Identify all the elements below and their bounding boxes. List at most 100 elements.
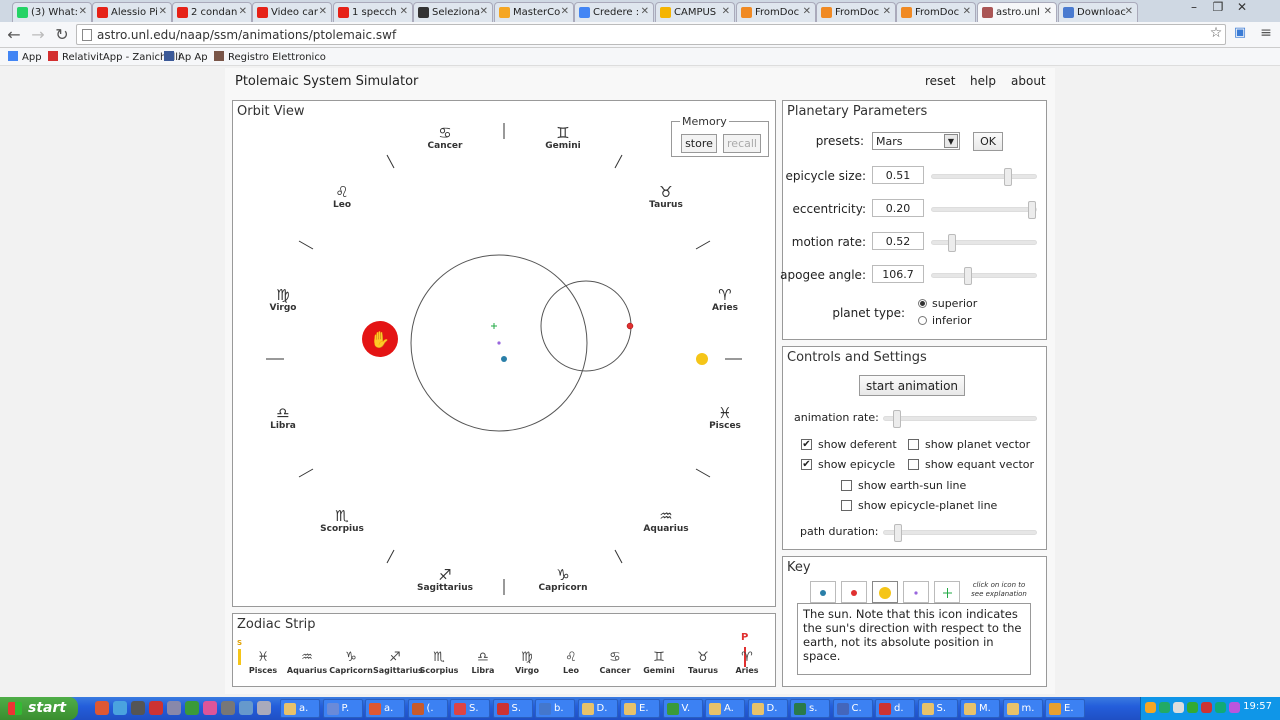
bookmark-registro[interactable]: Registro Elettronico xyxy=(214,51,326,63)
apogee-angle-field[interactable]: 106.7 xyxy=(872,265,924,283)
tray-icon[interactable] xyxy=(1159,702,1170,713)
browser-tab[interactable]: Seleziona ✕ xyxy=(413,2,493,22)
motion-rate-field[interactable]: 0.52 xyxy=(872,232,924,250)
tab-close-icon[interactable]: ✕ xyxy=(803,6,811,17)
about-link[interactable]: about xyxy=(1011,74,1046,88)
slider-thumb[interactable] xyxy=(1004,168,1012,186)
bookmark-relativitapp[interactable]: RelativitApp - Zanichelli xyxy=(48,51,181,63)
taskbar-window-button[interactable]: (. xyxy=(407,699,448,718)
tab-close-icon[interactable]: ✕ xyxy=(319,6,327,17)
taskbar-window-button[interactable]: P. xyxy=(322,699,363,718)
start-button[interactable]: start xyxy=(0,697,78,720)
app-icon[interactable] xyxy=(221,701,235,715)
taskbar-window-button[interactable]: a. xyxy=(280,699,320,718)
taskbar-window-button[interactable]: E. xyxy=(1045,699,1085,718)
forward-icon[interactable]: → xyxy=(28,25,48,44)
taskbar-window-button[interactable]: M. xyxy=(960,699,1000,718)
browser-tab[interactable]: FromDoc ✕ xyxy=(896,2,976,22)
app-icon[interactable] xyxy=(257,701,271,715)
tab-close-icon[interactable]: ✕ xyxy=(239,6,247,17)
superior-radio[interactable] xyxy=(918,299,927,308)
key-earth-button[interactable] xyxy=(810,581,836,603)
address-bar[interactable]: astro.unl.edu/naap/ssm/animations/ptolem… xyxy=(76,24,1226,45)
explorer-icon[interactable] xyxy=(131,701,145,715)
tray-icon[interactable] xyxy=(1145,702,1156,713)
menu-icon[interactable]: ≡ xyxy=(1256,25,1276,41)
browser-tab[interactable]: Alessio Pi ✕ xyxy=(92,2,172,22)
slider-thumb[interactable] xyxy=(894,524,902,542)
key-sun-button[interactable] xyxy=(872,581,898,603)
taskbar-window-button[interactable]: b. xyxy=(535,699,575,718)
epicycle-size-slider[interactable] xyxy=(931,168,1037,186)
browser-tab[interactable]: FromDoc ✕ xyxy=(816,2,896,22)
apogee-angle-slider[interactable] xyxy=(931,267,1037,285)
tab-close-icon[interactable]: ✕ xyxy=(79,6,87,17)
browser-tab[interactable]: CAMPUS ✕ xyxy=(655,2,735,22)
browser-tab[interactable]: (3) What: ✕ xyxy=(12,2,92,22)
tab-close-icon[interactable]: ✕ xyxy=(963,6,971,17)
reset-link[interactable]: reset xyxy=(925,74,955,88)
browser-tab[interactable]: 1 specch ✕ xyxy=(333,2,413,22)
path-duration-slider[interactable] xyxy=(883,524,1037,542)
bookmark-apap[interactable]: Ap Ap xyxy=(164,51,208,63)
show-epicycle-checkbox[interactable]: ✔ xyxy=(801,459,812,470)
tab-close-icon[interactable]: ✕ xyxy=(159,6,167,17)
taskbar-window-button[interactable]: C. xyxy=(832,699,873,718)
taskbar-window-button[interactable]: S. xyxy=(917,699,958,718)
browser-tab[interactable]: Video car ✕ xyxy=(252,2,332,22)
taskbar-window-button[interactable]: s. xyxy=(790,699,830,718)
taskbar-window-button[interactable]: a. xyxy=(365,699,405,718)
tab-close-icon[interactable]: ✕ xyxy=(1125,6,1133,17)
motion-rate-slider[interactable] xyxy=(931,234,1037,252)
extension-icon[interactable]: ▣ xyxy=(1230,25,1250,40)
planet-marker[interactable] xyxy=(626,322,634,330)
taskbar-window-button[interactable]: S. xyxy=(492,699,533,718)
browser-tab[interactable]: MasterCo ✕ xyxy=(494,2,574,22)
app-icon[interactable] xyxy=(239,701,253,715)
key-planet-button[interactable] xyxy=(841,581,867,603)
slider-thumb[interactable] xyxy=(948,234,956,252)
show-earth-sun-line-checkbox[interactable] xyxy=(841,480,852,491)
browser-tab[interactable]: astro.unl ✕ xyxy=(977,2,1057,22)
taskbar-window-button[interactable]: E. xyxy=(620,699,660,718)
ie-icon[interactable] xyxy=(113,701,127,715)
taskbar-window-button[interactable]: S. xyxy=(450,699,490,718)
key-equant-button[interactable] xyxy=(903,581,929,603)
taskbar-window-button[interactable]: A. xyxy=(705,699,745,718)
maximize-icon[interactable]: ❐ xyxy=(1206,0,1230,14)
ok-button[interactable]: OK xyxy=(973,132,1003,151)
help-link[interactable]: help xyxy=(970,74,996,88)
browser-tab[interactable]: Downloac ✕ xyxy=(1058,2,1138,22)
epicycle-size-field[interactable]: 0.51 xyxy=(872,166,924,184)
show-planet-vector-checkbox[interactable] xyxy=(908,439,919,450)
taskbar-window-button[interactable]: d. xyxy=(875,699,915,718)
app-icon[interactable] xyxy=(185,701,199,715)
tray-icon[interactable] xyxy=(1187,702,1198,713)
reload-icon[interactable]: ↻ xyxy=(52,25,72,44)
show-equant-vector-checkbox[interactable] xyxy=(908,459,919,470)
start-animation-button[interactable]: start animation xyxy=(859,375,965,396)
taskbar-window-button[interactable]: m. xyxy=(1002,699,1043,718)
chevron-down-icon[interactable]: ▼ xyxy=(944,134,958,148)
window-close-icon[interactable]: ✕ xyxy=(1230,0,1254,14)
taskbar-window-button[interactable]: D. xyxy=(747,699,788,718)
tray-icon[interactable] xyxy=(1173,702,1184,713)
key-center-button[interactable] xyxy=(934,581,960,603)
eccentricity-slider[interactable] xyxy=(931,201,1037,219)
taskbar-window-button[interactable]: D. xyxy=(577,699,618,718)
eccentricity-field[interactable]: 0.20 xyxy=(872,199,924,217)
star-icon[interactable]: ☆ xyxy=(1206,25,1226,41)
browser-tab[interactable]: Credere : ✕ xyxy=(574,2,654,22)
tray-icon[interactable] xyxy=(1215,702,1226,713)
tab-close-icon[interactable]: ✕ xyxy=(400,6,408,17)
settings-icon[interactable] xyxy=(167,701,181,715)
acrobat-icon[interactable] xyxy=(149,701,163,715)
tab-close-icon[interactable]: ✕ xyxy=(561,6,569,17)
tray-icon[interactable] xyxy=(1229,702,1240,713)
show-epicycle-planet-line-checkbox[interactable] xyxy=(841,500,852,511)
chrome-icon[interactable] xyxy=(95,701,109,715)
show-deferent-checkbox[interactable]: ✔ xyxy=(801,439,812,450)
tab-close-icon[interactable]: ✕ xyxy=(722,6,730,17)
taskbar-window-button[interactable]: V. xyxy=(662,699,703,718)
slider-thumb[interactable] xyxy=(893,410,901,428)
